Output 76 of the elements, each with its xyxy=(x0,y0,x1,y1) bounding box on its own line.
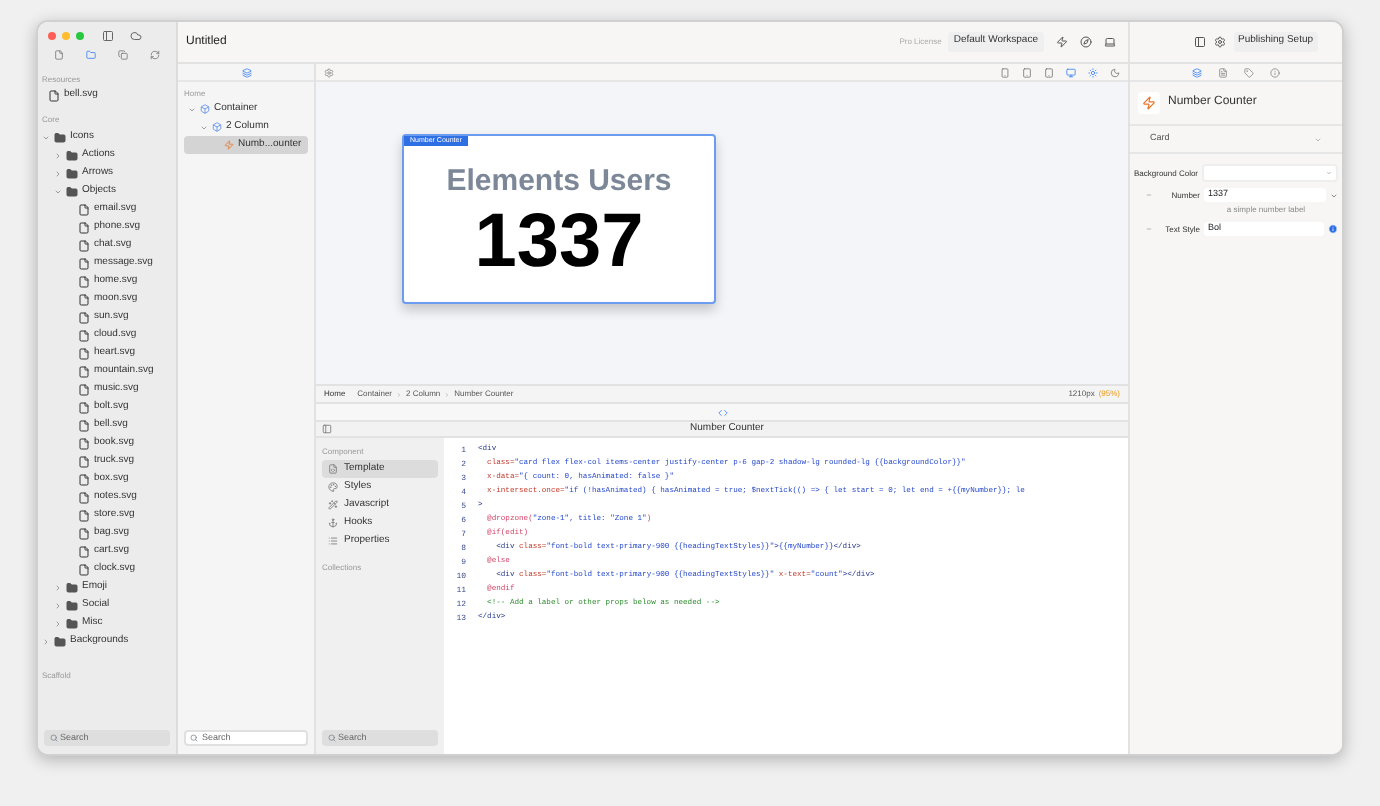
compass-icon[interactable] xyxy=(1080,36,1092,48)
copy-icon[interactable] xyxy=(117,50,128,60)
file-icon xyxy=(78,275,90,287)
folder-icon[interactable] xyxy=(86,50,97,60)
card-heading: Elements Users xyxy=(446,163,672,199)
folder-icon xyxy=(66,617,78,629)
folder-icon xyxy=(66,149,78,161)
moon-icon[interactable] xyxy=(1110,67,1120,77)
close-window-button[interactable] xyxy=(48,31,56,39)
settings-icon[interactable] xyxy=(324,67,334,77)
search-icon xyxy=(328,734,336,742)
file-icon[interactable] xyxy=(54,50,65,60)
file-icon xyxy=(78,383,90,395)
file-icon xyxy=(78,455,90,467)
file-icon xyxy=(78,221,90,233)
refresh-icon[interactable] xyxy=(149,50,160,60)
info-icon[interactable] xyxy=(1270,67,1280,77)
code-icon[interactable] xyxy=(717,407,727,417)
sun-icon[interactable] xyxy=(1088,67,1098,77)
cloud-icon[interactable] xyxy=(130,29,142,41)
settings-icon[interactable] xyxy=(1214,36,1226,48)
sidebar-toggle-icon[interactable] xyxy=(322,424,332,434)
sidebar-toggle-icon[interactable] xyxy=(102,29,114,41)
collapse-icon[interactable] xyxy=(1146,192,1152,198)
file-icon xyxy=(78,401,90,413)
component-icon xyxy=(1138,92,1160,114)
collapse-icon[interactable] xyxy=(1146,226,1152,232)
file-icon xyxy=(78,239,90,251)
laptop-icon[interactable] xyxy=(1104,36,1116,48)
search-icon xyxy=(50,734,58,742)
tag-icon[interactable] xyxy=(1244,67,1254,77)
folder-icon xyxy=(66,167,78,179)
file-icon xyxy=(78,311,90,323)
code-editor[interactable] xyxy=(444,438,1128,754)
search-icon xyxy=(190,734,198,742)
monitor-icon[interactable] xyxy=(1066,67,1076,77)
phone-icon[interactable] xyxy=(1000,67,1010,77)
nav-icon xyxy=(328,536,338,546)
file-icon xyxy=(78,545,90,557)
file-icon xyxy=(78,527,90,539)
panel-toggle-icon[interactable] xyxy=(1194,36,1206,48)
box-icon xyxy=(200,104,210,114)
folder-icon xyxy=(66,599,78,611)
file-icon xyxy=(78,437,90,449)
nav-icon xyxy=(328,464,338,474)
nav-icon xyxy=(328,482,338,492)
file-icon xyxy=(78,563,90,575)
layers-icon[interactable] xyxy=(241,67,251,77)
counter-number: 1337 xyxy=(474,199,644,283)
file-icon xyxy=(48,89,60,101)
zoom-window-button[interactable] xyxy=(76,31,84,39)
file-icon xyxy=(78,293,90,305)
file-icon xyxy=(78,419,90,431)
file-icon xyxy=(78,491,90,503)
file-icon xyxy=(78,329,90,341)
file-icon xyxy=(78,203,90,215)
layers-icon[interactable] xyxy=(1192,67,1202,77)
color-field[interactable] xyxy=(1202,164,1338,182)
file-icon xyxy=(78,365,90,377)
folder-icon xyxy=(66,185,78,197)
bolt-icon[interactable] xyxy=(1056,36,1068,48)
tablet-icon[interactable] xyxy=(1022,67,1032,77)
file-icon xyxy=(78,257,90,269)
folder-icon xyxy=(54,635,66,647)
tablet-icon[interactable] xyxy=(1044,67,1054,77)
box-icon xyxy=(212,122,222,132)
file-icon xyxy=(78,473,90,485)
bolt-icon xyxy=(224,140,234,150)
file-icon xyxy=(78,347,90,359)
nav-icon xyxy=(328,518,338,528)
folder-icon xyxy=(66,581,78,593)
file-icon xyxy=(78,509,90,521)
minimize-window-button[interactable] xyxy=(62,31,70,39)
document-icon[interactable] xyxy=(1218,67,1228,77)
nav-icon xyxy=(328,500,338,510)
folder-icon xyxy=(54,131,66,143)
